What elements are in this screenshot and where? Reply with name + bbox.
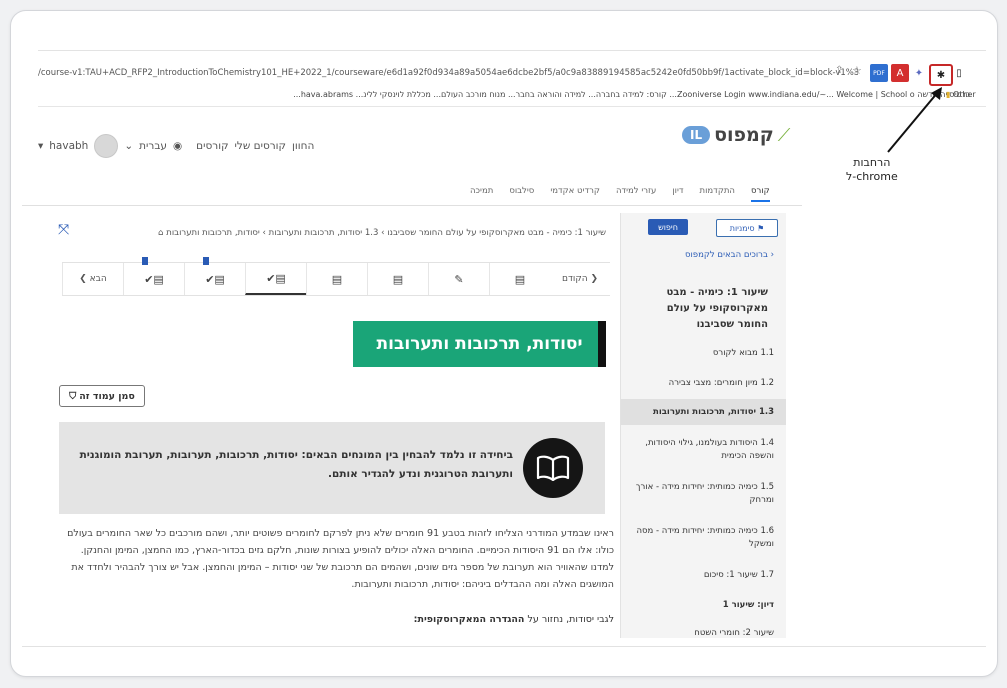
sidebar-lesson-1[interactable]: שיעור 1: כימיה - מבט מאקרוסקופי על עולם … <box>621 285 786 333</box>
definition-prefix: לגבי יסודות, נחזור על <box>527 614 614 625</box>
unit-icon: ▤ <box>514 272 526 286</box>
unit-tab-0[interactable]: ▤ <box>489 263 550 295</box>
course-outline-sidebar: סימניות ⚑ חיפוש ‹ ברוכים הבאים לקמפוס שי… <box>620 213 786 638</box>
sidebar-item-1-1[interactable]: 1.1 מבוא לקורס <box>621 347 786 360</box>
sidebar-item-1-2[interactable]: 1.2 מיון חומרים: מצבי צבירה <box>621 377 786 390</box>
bookmark-page-label: סמן עמוד זה <box>79 390 135 402</box>
logo-swoosh-icon: ⟋ <box>777 124 791 146</box>
nav-link-my-courses[interactable]: קורסים שלי <box>235 140 286 152</box>
unit-tab-4[interactable]: ✔▤ <box>245 263 306 295</box>
bookmarks-bar[interactable]: כרטיסייה חדשה Zooniverse Login www.india… <box>38 90 970 99</box>
chevron-down-icon[interactable]: ⌄ <box>124 140 133 152</box>
unit-tab-6[interactable]: ✔▤ <box>123 257 184 295</box>
nav-link-courses[interactable]: קורסים <box>196 140 228 152</box>
definition-bold: ההגדרה המאקרוסקופית: <box>413 614 525 625</box>
sidebar-item-1-5[interactable]: 1.5 כימיה כמותית: יחידות מידה - אורך ומר… <box>621 481 786 507</box>
logo-text: קמפוס <box>714 124 774 146</box>
logo-badge: IL <box>682 126 711 144</box>
unit-navigation: ❮ הבא ✔▤ ✔▤ ✔▤ ▤ ▤ ✎ ▤ הקודם ❯ <box>62 257 610 296</box>
dropdown-chevron-icon[interactable]: ▾ <box>38 140 43 152</box>
home-icon[interactable]: ⌂ <box>158 228 163 238</box>
bookmark-page-button[interactable]: סמן עמוד זה ⛉ <box>59 385 145 407</box>
pdf-extension-icon[interactable]: PDF <box>870 64 888 82</box>
avatar[interactable] <box>94 134 119 158</box>
bookmark-flag-icon <box>203 257 209 265</box>
chevron-left-icon: ❮ <box>79 274 90 284</box>
unit-tab-1[interactable]: ✎ <box>428 263 489 295</box>
acrobat-extension-icon[interactable]: A <box>891 64 909 82</box>
next-button[interactable]: ❮ הבא <box>62 263 123 295</box>
bookmark-other[interactable]: ▮ Other <box>946 90 986 99</box>
search-button[interactable]: חיפוש <box>648 219 688 235</box>
annotation-line-1: הרחבות <box>853 156 891 169</box>
unit-icon: ✔▤ <box>144 272 164 286</box>
language-selector[interactable]: עברית <box>139 140 167 152</box>
definition-paragraph: לגבי יסודות, נחזור על ההגדרה המאקרוסקופי… <box>59 614 614 625</box>
sidebar-item-1-6[interactable]: 1.6 כימיה כמותית: יחידות מידה - מסה ומשק… <box>621 525 786 551</box>
sidebar-welcome-label: ברוכים הבאים לקמפוס <box>684 250 768 260</box>
unit-tab-3[interactable]: ▤ <box>306 263 367 295</box>
sidebar-item-1-3[interactable]: 1.3 יסודות, תרכובות ותערובות <box>621 399 786 425</box>
chevron-right-icon: ❯ <box>587 274 598 284</box>
tab-discussion[interactable]: דיון <box>672 186 683 202</box>
user-nav: ▾ havabh ⌄ עברית ◉ קורסים קורסים שלי החו… <box>38 134 314 158</box>
unit-tab-5[interactable]: ✔▤ <box>184 257 245 295</box>
annotation-line-2: chrome-ל <box>846 170 898 183</box>
tab-course[interactable]: קורס <box>751 186 770 202</box>
info-box: ביחידה זו נלמד להבחין בין המונחים הבאים:… <box>59 422 605 514</box>
tab-credit[interactable]: קרדיט אקדמי <box>550 186 600 202</box>
bookmark-other-label: Other <box>952 90 976 99</box>
prev-label: הקודם <box>561 274 588 284</box>
unit-icon: ✔▤ <box>266 271 286 285</box>
body-paragraph: ראינו שבמדע המודרני הצליחו לזהות בטבע 91… <box>67 528 614 590</box>
breadcrumb: שיעור 1: כימיה - מבט מאקרוסקופי על עולם … <box>60 228 606 238</box>
campus-logo[interactable]: IL קמפוס ⟋ <box>682 124 790 146</box>
sidebar-item-discussion[interactable]: דיון: שיעור 1 <box>621 599 786 612</box>
sidebar-item-1-7[interactable]: 1.7 שיעור 1: סיכום <box>621 569 786 582</box>
breadcrumb-text[interactable]: שיעור 1: כימיה - מבט מאקרוסקופי על עולם … <box>166 228 606 238</box>
unit-icon: ▤ <box>392 272 404 286</box>
bookmarks-divider <box>38 106 986 107</box>
course-tabs: קורס התקדמות דיון עזרי למידה קרדיט אקדמי… <box>470 186 770 202</box>
chevron-left-icon: ‹ <box>767 250 774 260</box>
annotation-arrow-icon <box>887 87 942 153</box>
star-icon[interactable]: ☆ <box>852 64 862 77</box>
unit-icon: ✔▤ <box>205 272 225 286</box>
prev-button[interactable]: הקודם ❯ <box>550 263 610 295</box>
sidebar-item-1-4[interactable]: 1.4 היסודות בעולמנו, גילוי היסודות, והשפ… <box>621 437 786 463</box>
page-title: יסודות, תרכובות ותערובות <box>353 321 606 367</box>
nav-link-home[interactable]: החוון <box>292 140 314 152</box>
share-icon[interactable]: ⇪ <box>835 65 843 76</box>
tab-learning-aids[interactable]: עזרי למידה <box>616 186 656 202</box>
extensions-annotation: הרחבות chrome-ל <box>846 156 898 184</box>
browser-top-divider <box>38 50 986 51</box>
bookmark-icon: ⚑ <box>757 223 765 233</box>
bookmarks-button-label: סימניות <box>729 223 755 233</box>
extensions-puzzle-icon[interactable]: ✱ <box>929 64 953 86</box>
sidebar-welcome[interactable]: ‹ ברוכים הבאים לקמפוס <box>621 249 786 262</box>
title-accent-bar <box>598 321 606 367</box>
tab-syllabus[interactable]: סילבוס <box>509 186 534 202</box>
sidebar-item-lesson-2[interactable]: שיעור 2: חומרי השטח <box>621 627 786 637</box>
bottom-divider <box>22 646 986 647</box>
next-label: הבא <box>89 274 107 284</box>
bookmark-flag-icon <box>142 257 148 265</box>
bookmarks-button[interactable]: סימניות ⚑ <box>716 219 778 237</box>
bookmark-outline-icon: ⛉ <box>69 390 77 402</box>
ext-icon[interactable]: ✦ <box>912 64 926 82</box>
unit-icon: ▤ <box>331 272 343 286</box>
tab-progress[interactable]: התקדמות <box>700 186 736 202</box>
unit-tab-2[interactable]: ▤ <box>367 263 428 295</box>
tab-support[interactable]: תמיכה <box>470 186 493 202</box>
edit-icon: ✎ <box>454 272 464 286</box>
address-bar-url[interactable]: /course-v1:TAU+ACD_RFP2_IntroductionToCh… <box>38 68 858 78</box>
open-book-icon <box>523 438 583 498</box>
globe-icon: ◉ <box>172 140 183 152</box>
username[interactable]: havabh <box>49 140 88 152</box>
sidepanel-icon[interactable]: ▯ <box>953 64 965 82</box>
tabs-divider <box>22 205 802 206</box>
info-text: ביחידה זו נלמד להבחין בין המונחים הבאים:… <box>79 449 513 480</box>
